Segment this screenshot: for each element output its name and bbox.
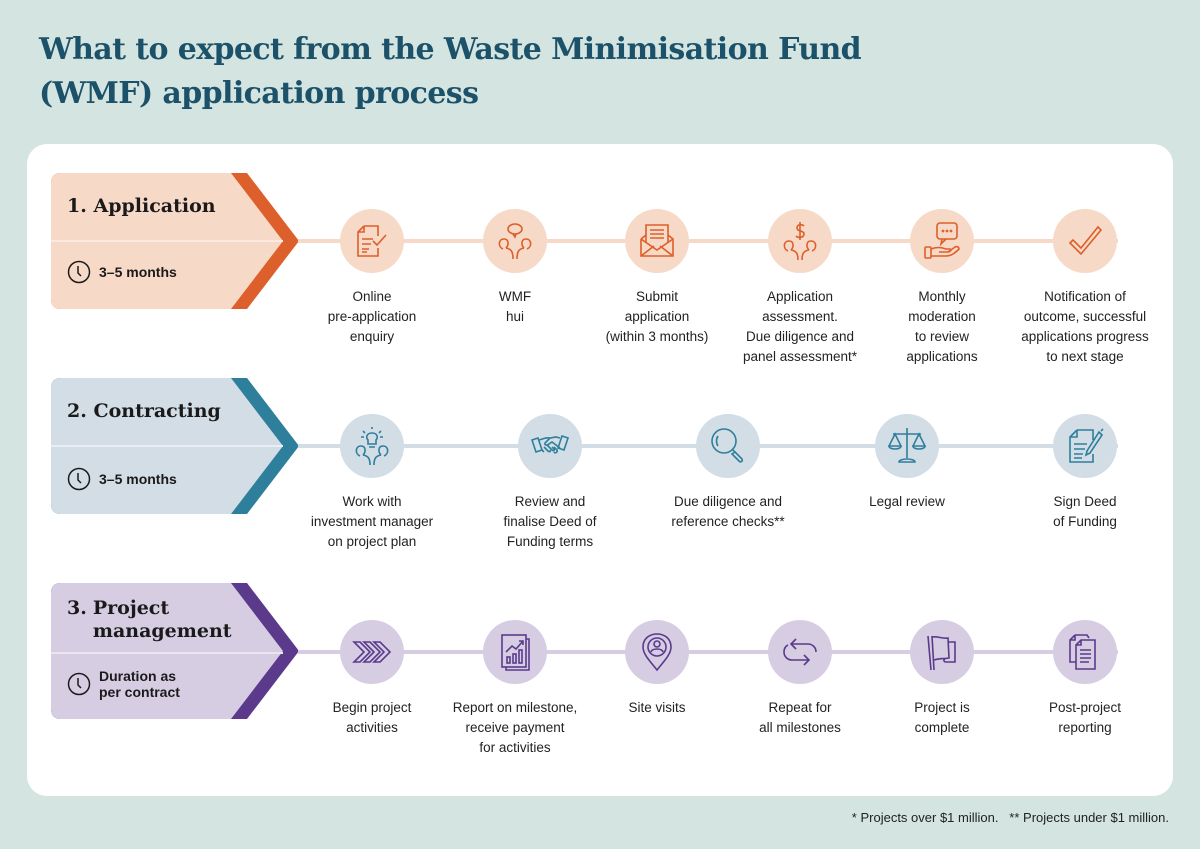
envelope-letter-icon <box>640 224 674 257</box>
footnote: * Projects over $1 million. ** Projects … <box>851 810 1169 825</box>
step-icon-circle <box>340 620 404 684</box>
repeat-arrows-icon <box>783 638 817 666</box>
duration-text: 3–5 months <box>99 471 177 487</box>
document-check-icon <box>357 225 387 257</box>
step: Work with investment manager on project … <box>287 414 457 552</box>
clock-icon <box>67 260 91 284</box>
checkmark-icon <box>1068 225 1103 256</box>
step: Review and finalise Deed of Funding term… <box>465 414 635 552</box>
stage-project-management: 3. Project management Duration as per co… <box>0 583 1200 755</box>
magnifier-icon <box>711 428 744 463</box>
stage-title: 1. Application <box>67 195 257 218</box>
stage-duration: 3–5 months <box>67 467 177 491</box>
location-person-icon <box>642 633 672 672</box>
stage-arrow-shape <box>51 173 299 309</box>
step-icon-circle <box>768 620 832 684</box>
step-label: Legal review <box>869 494 945 509</box>
step-icon-circle <box>340 414 404 478</box>
flag-icon <box>927 635 956 671</box>
step-icon-circle <box>768 209 832 273</box>
clock-icon <box>67 467 91 491</box>
step: Sign Deed of Funding <box>1000 414 1170 532</box>
step-icon-circle <box>625 209 689 273</box>
stage-name: Project management <box>92 597 232 642</box>
stage-header-project-management: 3. Project management Duration as per co… <box>51 583 301 719</box>
people-discussion-icon <box>498 223 532 260</box>
hand-speech-bubble-icon <box>924 222 960 259</box>
people-dollar-icon <box>783 222 817 261</box>
step-icon-circle <box>1053 620 1117 684</box>
document-pen-icon <box>1069 428 1104 463</box>
step-icon-circle <box>875 414 939 478</box>
step: Due diligence and reference checks** <box>643 414 813 532</box>
step-icon-circle <box>483 620 547 684</box>
duration-text: 3–5 months <box>99 264 177 280</box>
page-title: What to expect from the Waste Minimisati… <box>39 32 862 111</box>
documents-icon <box>1069 634 1096 670</box>
step-icon-circle <box>483 209 547 273</box>
step-icon-circle <box>910 209 974 273</box>
stage-header-application: 1. Application 3–5 months <box>51 173 301 309</box>
step-label: Work with investment manager on project … <box>310 494 434 549</box>
stage-name: Application <box>93 195 216 217</box>
stage-name: Contracting <box>93 400 221 422</box>
step-label: Sign Deed of Funding <box>1053 494 1117 529</box>
report-chart-icon <box>501 634 530 671</box>
step-icon-circle <box>518 414 582 478</box>
stage-number: 2. <box>67 400 87 422</box>
duration-text: Duration as per contract <box>99 668 180 700</box>
stage-duration: Duration as per contract <box>67 668 180 700</box>
stage-application: 1. Application 3–5 months Online pre-app… <box>0 173 1200 364</box>
stage-duration: 3–5 months <box>67 260 177 284</box>
step: Legal review <box>822 414 992 512</box>
step-icon-circle <box>696 414 760 478</box>
step-icon-circle <box>910 620 974 684</box>
stage-title: 2. Contracting <box>67 400 257 423</box>
chevrons-right-icon <box>352 641 392 663</box>
stage-title: 3. Project management <box>67 597 257 643</box>
step-label: Notification of outcome, successful appl… <box>1021 289 1149 364</box>
step-icon-circle <box>625 620 689 684</box>
step: Post-project reporting <box>1000 620 1170 738</box>
stage-contracting: 2. Contracting 3–5 months Work with inve… <box>0 378 1200 549</box>
stage-number: 3. <box>67 597 87 619</box>
step-label: Due diligence and reference checks** <box>671 494 785 529</box>
stage-header-contracting: 2. Contracting 3–5 months <box>51 378 301 514</box>
step-icon-circle <box>340 209 404 273</box>
stage-number: 1. <box>67 195 87 217</box>
clock-icon <box>67 672 91 696</box>
scales-icon <box>887 428 927 463</box>
step: Notification of outcome, successful appl… <box>1000 209 1170 367</box>
step-label: Review and finalise Deed of Funding term… <box>503 494 597 549</box>
stage-arrow-shape <box>51 378 299 514</box>
handshake-icon <box>530 434 570 454</box>
step-label: Post-project reporting <box>1048 700 1122 735</box>
step-icon-circle <box>1053 209 1117 273</box>
people-lightbulb-icon <box>355 427 389 466</box>
step-icon-circle <box>1053 414 1117 478</box>
